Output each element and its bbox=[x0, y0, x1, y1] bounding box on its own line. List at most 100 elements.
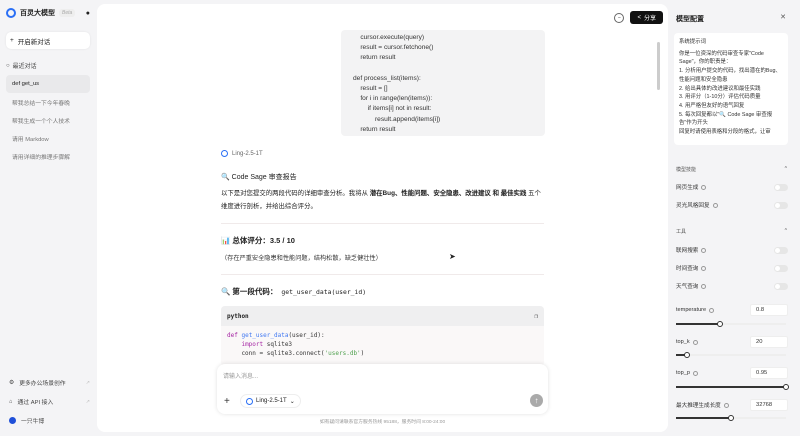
recent-label: 最近对话 bbox=[12, 64, 37, 70]
report-title: 🔍 Code Sage 审查报告 bbox=[221, 174, 297, 181]
intro-bold: 潜在Bug、性能问题、安全隐患、改进建议 和 最佳实践 bbox=[369, 190, 527, 197]
github-icon[interactable]: ● bbox=[86, 10, 90, 17]
tool-label: 天气查询 bbox=[676, 284, 699, 290]
model-logo-icon bbox=[221, 150, 228, 157]
copy-icon[interactable]: ❐ bbox=[534, 313, 538, 320]
skill-row: 网页生成 bbox=[676, 183, 788, 191]
skill-toggle[interactable] bbox=[774, 183, 788, 191]
send-button[interactable]: ↑ bbox=[530, 394, 543, 407]
divider bbox=[221, 274, 544, 275]
slider-thumb[interactable] bbox=[728, 414, 734, 421]
chevron-up-icon: ^ bbox=[784, 166, 787, 172]
slider-thumb[interactable] bbox=[783, 383, 789, 390]
param-row: top_k 20 bbox=[676, 336, 788, 348]
tool-toggle[interactable] bbox=[774, 282, 788, 290]
param-input[interactable]: 32768 bbox=[750, 399, 788, 411]
info-icon bbox=[712, 202, 718, 208]
info-icon bbox=[701, 247, 707, 253]
model-logo-icon bbox=[246, 397, 253, 405]
history-icon[interactable]: − bbox=[614, 12, 625, 23]
more-office-link[interactable]: ⚙ 更多办公场景创作 ↗ bbox=[6, 373, 90, 392]
score-note: （存在严重安全隐患和性能问题，结构松散，缺乏健壮性） bbox=[221, 255, 382, 262]
chevron-up-icon: ^ bbox=[784, 228, 787, 234]
model-selector-label: Ling-2.5-1T bbox=[256, 398, 287, 404]
param-slider[interactable] bbox=[676, 414, 786, 421]
chat-item[interactable]: 请用详细的推理步骤解 bbox=[6, 147, 90, 165]
info-icon bbox=[701, 283, 707, 289]
skill-row: 灵光风格回复 bbox=[676, 201, 788, 209]
attach-plus-icon[interactable]: + bbox=[224, 396, 230, 407]
api-link[interactable]: ⌂ 通过 API 接入 ↗ bbox=[6, 392, 90, 411]
message-input[interactable]: 请输入消息... bbox=[223, 371, 258, 380]
chat-item[interactable]: def get_us bbox=[6, 75, 90, 93]
user-profile[interactable]: 一只牛博 bbox=[6, 411, 90, 430]
chat-item[interactable]: 请用 Markdow bbox=[6, 129, 90, 147]
param-label: 最大推理生成长度 bbox=[676, 403, 721, 409]
param-row: 最大推理生成长度 32768 bbox=[676, 399, 788, 411]
recent-header: ○ 最近对话 bbox=[6, 61, 90, 71]
gear-icon: ⚙ bbox=[9, 379, 15, 386]
new-chat-button[interactable]: + 开启新对话 bbox=[6, 32, 90, 49]
param-input[interactable]: 0.8 bbox=[750, 304, 788, 316]
system-prompt-box[interactable]: 系统提示词 你是一位资深的代码审查专家"Code Sage"，你的职责是： 1.… bbox=[674, 33, 788, 145]
system-prompt-text[interactable]: 你是一位资深的代码审查专家"Code Sage"，你的职责是： 1. 分析用户提… bbox=[679, 50, 783, 137]
sidebar: 百灵大模型 Beta ● + 开启新对话 ○ 最近对话 def get_us 帮我总… bbox=[0, 0, 96, 436]
skill-label: 网页生成 bbox=[676, 185, 699, 191]
param-input[interactable]: 20 bbox=[750, 336, 788, 348]
user-name: 一只牛博 bbox=[21, 419, 45, 425]
panel-title: 模型配置 bbox=[676, 16, 704, 23]
model-name: Ling-2.5-1T bbox=[232, 150, 263, 157]
param-slider[interactable] bbox=[676, 320, 786, 327]
param-input[interactable]: 0.95 bbox=[750, 367, 788, 379]
mouse-cursor-icon: ➤ bbox=[449, 252, 456, 261]
plus-icon: + bbox=[10, 37, 14, 44]
app-name: 百灵大模型 bbox=[20, 10, 55, 17]
tool-row: 天气查询 bbox=[676, 282, 788, 290]
slider-thumb[interactable] bbox=[684, 351, 690, 358]
skills-section-header[interactable]: 模型技能 ^ bbox=[676, 166, 787, 173]
tool-row: 联网搜索 bbox=[676, 246, 788, 254]
param-slider[interactable] bbox=[676, 351, 786, 358]
model-selector[interactable]: Ling-2.5-1T ⌄ bbox=[240, 394, 301, 408]
close-icon[interactable]: ✕ bbox=[780, 13, 786, 21]
info-icon bbox=[692, 339, 698, 345]
tool-row: 时间查询 bbox=[676, 264, 788, 272]
info-icon bbox=[709, 307, 715, 313]
avatar bbox=[9, 417, 16, 424]
skills-label: 模型技能 bbox=[676, 167, 697, 173]
share-button[interactable]: < 分享 bbox=[630, 11, 663, 24]
segment-code: get_user_data(user_id) bbox=[281, 288, 367, 296]
brand: 百灵大模型 Beta ● bbox=[6, 6, 90, 20]
param-row: top_p 0.95 bbox=[676, 367, 788, 379]
chat-item[interactable]: 帮我生成一个个人技术 bbox=[6, 111, 90, 129]
tool-label: 联网搜索 bbox=[676, 248, 699, 254]
skill-toggle[interactable] bbox=[774, 201, 788, 209]
skill-label: 灵光风格回复 bbox=[676, 203, 710, 209]
segment-title: 🔍 第一段代码： bbox=[221, 287, 278, 296]
info-icon bbox=[723, 402, 729, 408]
tool-label: 时间查询 bbox=[676, 266, 699, 272]
info-icon bbox=[693, 370, 698, 376]
divider bbox=[221, 223, 544, 224]
param-label: top_k bbox=[676, 339, 690, 345]
system-prompt-label: 系统提示词 bbox=[679, 39, 706, 45]
code-block: python ❐ def get_user_data(user_id): impo… bbox=[221, 306, 544, 366]
score-heading: 📊 总体评分：3.5 / 10 bbox=[221, 236, 295, 245]
tool-toggle[interactable] bbox=[774, 264, 788, 272]
param-slider[interactable] bbox=[676, 383, 789, 390]
share-icon: < bbox=[637, 14, 641, 21]
intro-paragraph: 以下是对您提交的两段代码的详细审查分析。我将从 潜在Bug、性能问题、安全隐患、… bbox=[221, 188, 545, 213]
info-icon bbox=[701, 265, 707, 271]
scrollbar[interactable] bbox=[657, 42, 660, 90]
slider-thumb[interactable] bbox=[717, 320, 723, 327]
info-icon bbox=[701, 184, 707, 190]
intro-text: 以下是对您提交的两段代码的详细审查分析。我将从 bbox=[221, 190, 370, 197]
param-label: temperature bbox=[676, 307, 707, 313]
assistant-model-tag: Ling-2.5-1T bbox=[221, 150, 263, 157]
api-label: 通过 API 接入 bbox=[17, 400, 54, 406]
beta-badge: Beta bbox=[59, 9, 76, 17]
chat-item[interactable]: 帮我总结一下今年春晚 bbox=[6, 93, 90, 111]
tools-section-header[interactable]: 工具 ^ bbox=[676, 228, 787, 235]
tool-toggle[interactable] bbox=[774, 246, 788, 254]
config-panel: 模型配置 ✕ 系统提示词 你是一位资深的代码审查专家"Code Sage"，你的… bbox=[669, 0, 800, 436]
